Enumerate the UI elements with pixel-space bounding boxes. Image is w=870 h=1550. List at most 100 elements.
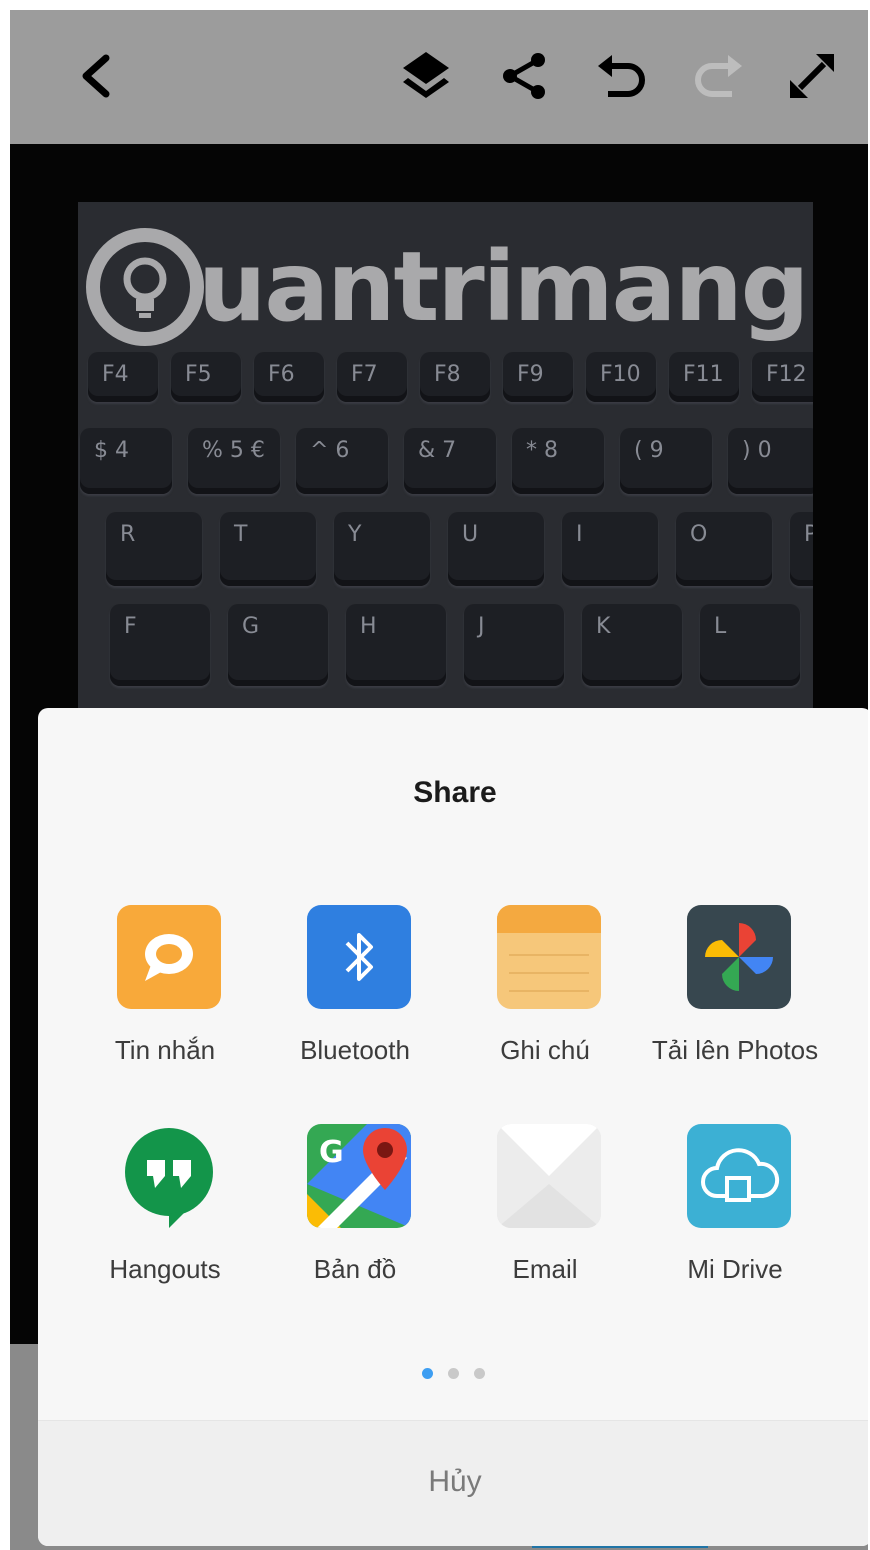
keyboard-key-label: U (462, 522, 479, 547)
messages-icon (117, 905, 221, 1009)
share-title: Share (413, 776, 497, 809)
keyboard-key: F7 (337, 352, 407, 402)
app-label: Email (512, 1254, 578, 1284)
keyboard-key-label: L (714, 614, 727, 639)
share-target-messages[interactable]: Tin nhắn (70, 905, 260, 1105)
share-target-mi-drive[interactable]: Mi Drive (640, 1124, 830, 1324)
keyboard-key: F9 (503, 352, 573, 402)
keyboard-key-label: F10 (600, 362, 641, 387)
keyboard-key: F (110, 604, 210, 686)
keyboard-key: ^ 6 (296, 428, 388, 494)
share-target-hangouts[interactable]: Hangouts (70, 1124, 260, 1324)
keyboard-key-label: F4 (102, 362, 129, 387)
keyboard-key-label: Y (348, 522, 362, 547)
share-target-bluetooth[interactable]: Bluetooth (260, 905, 450, 1105)
notes-icon (497, 905, 601, 1009)
keyboard-key-label: F12 (766, 362, 807, 387)
keyboard-key: R (106, 512, 202, 586)
watermark-text: uantrimang (198, 231, 809, 343)
email-icon (497, 1124, 601, 1228)
keyboard-key-label: P (804, 522, 813, 547)
keyboard-key-label: K (596, 614, 611, 639)
lightbulb-logo-icon (86, 228, 204, 346)
redo-icon (688, 46, 748, 106)
editor-toolbar (10, 10, 868, 144)
keyboard-key: J (464, 604, 564, 686)
keyboard-key: P (790, 512, 813, 586)
keyboard-key: Y (334, 512, 430, 586)
keyboard-key-label: $ 4 (94, 438, 129, 463)
keyboard-key-label: J (478, 614, 485, 639)
keyboard-key-label: ( 9 (634, 438, 664, 463)
watermark: uantrimang (86, 222, 809, 352)
undo-icon[interactable] (592, 46, 652, 106)
keyboard-key-label: H (360, 614, 377, 639)
share-target-photos[interactable]: Tải lên Photos (640, 905, 830, 1105)
keyboard-key: I (562, 512, 658, 586)
back-arrow-icon[interactable] (66, 46, 126, 106)
photo: uantrimang F4 F5 F6 F7 F8 F9 F10 F11 F12 $ 4 % 5 €… (78, 202, 813, 722)
keyboard-key: L (700, 604, 800, 686)
share-target-email[interactable]: Email (450, 1124, 640, 1324)
app-label: Hangouts (109, 1254, 221, 1284)
keyboard-key-label: F11 (683, 362, 724, 387)
app-label: Mi Drive (687, 1254, 783, 1284)
keyboard-key-label: F9 (517, 362, 544, 387)
keyboard-key-label: T (234, 522, 248, 547)
expand-icon[interactable] (782, 46, 842, 106)
keyboard-key-label: F (124, 614, 137, 639)
keyboard-key-label: O (690, 522, 708, 547)
keyboard-key-label: ) 0 (742, 438, 772, 463)
bluetooth-icon (307, 905, 411, 1009)
keyboard-key: T (220, 512, 316, 586)
layers-icon[interactable] (396, 46, 456, 106)
screen: uantrimang F4 F5 F6 F7 F8 F9 F10 F11 F12 $ 4 % 5 €… (10, 10, 868, 1550)
svg-text:G: G (319, 1135, 344, 1170)
page-dot (474, 1368, 485, 1379)
keyboard-key: % 5 € (188, 428, 280, 494)
keyboard-key: F6 (254, 352, 324, 402)
app-label: Bản đồ (313, 1254, 397, 1284)
keyboard-key-label: R (120, 522, 136, 547)
page-indicator (422, 1368, 492, 1382)
keyboard-key: K (582, 604, 682, 686)
google-maps-icon: G (307, 1124, 411, 1228)
keyboard-key: U (448, 512, 544, 586)
keyboard-key-label: F7 (351, 362, 378, 387)
keyboard-key-label: F6 (268, 362, 295, 387)
keyboard: F4 F5 F6 F7 F8 F9 F10 F11 F12 $ 4 % 5 € ^ 6 & 7 * 8 ( … (78, 352, 813, 722)
hangouts-icon (117, 1124, 221, 1228)
keyboard-key: F10 (586, 352, 656, 402)
share-target-maps[interactable]: G Bản đồ (260, 1124, 450, 1324)
page-dot (448, 1368, 459, 1379)
cancel-bar: Hủy (38, 1420, 868, 1546)
app-label: Tải lên Photos (651, 1035, 819, 1065)
share-sheet: Share Tin nhắn Bluetooth Ghi chú Tải lên… (38, 708, 868, 1546)
share-target-notes[interactable]: Ghi chú (450, 905, 640, 1105)
app-label: Bluetooth (300, 1035, 410, 1065)
keyboard-key: F12 (752, 352, 813, 402)
app-label: Ghi chú (500, 1035, 590, 1065)
google-photos-icon (687, 905, 791, 1009)
keyboard-key: F8 (420, 352, 490, 402)
keyboard-key: F4 (88, 352, 158, 402)
keyboard-key: G (228, 604, 328, 686)
cancel-button[interactable]: Hủy (38, 1465, 868, 1499)
keyboard-key: F5 (171, 352, 241, 402)
keyboard-key: * 8 (512, 428, 604, 494)
keyboard-key-label: & 7 (418, 438, 457, 463)
keyboard-key-label: G (242, 614, 260, 639)
app-label: Tin nhắn (114, 1035, 216, 1065)
keyboard-key-label: I (576, 522, 583, 547)
keyboard-key-label: ^ 6 (310, 438, 350, 463)
keyboard-key-label: * 8 (526, 438, 558, 463)
keyboard-key: F11 (669, 352, 739, 402)
keyboard-key-label: F5 (185, 362, 212, 387)
page-dot-active (422, 1368, 433, 1379)
keyboard-key: H (346, 604, 446, 686)
keyboard-key: O (676, 512, 772, 586)
keyboard-key-label: % 5 € (202, 438, 265, 463)
keyboard-key: ) 0 (728, 428, 813, 494)
keyboard-key: ( 9 (620, 428, 712, 494)
share-icon[interactable] (494, 46, 554, 106)
